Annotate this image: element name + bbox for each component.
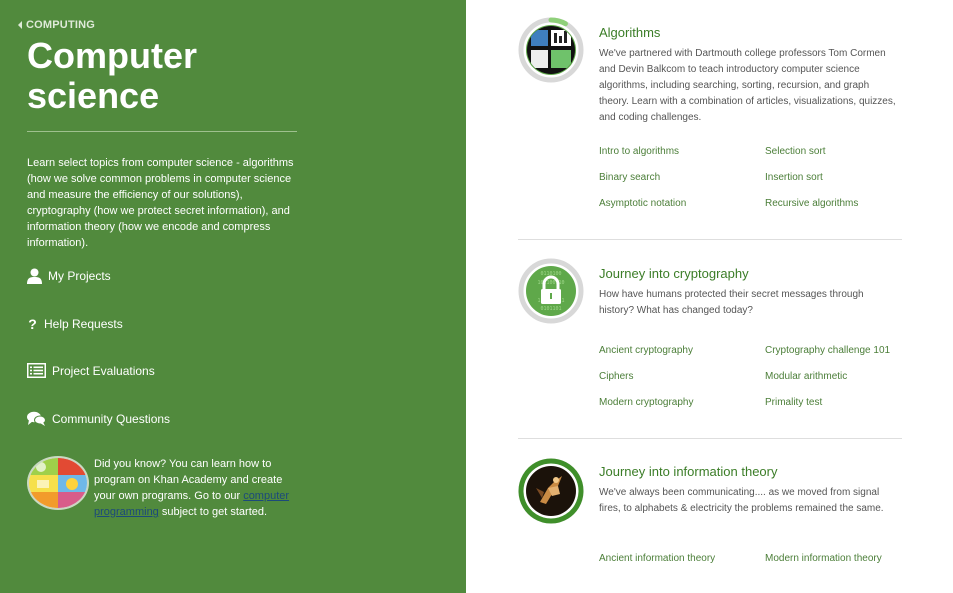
nav-project-evaluations[interactable]: Project Evaluations (27, 363, 155, 378)
promo-text: Did you know? You can learn how to progr… (94, 456, 299, 520)
caret-left-icon (18, 21, 22, 29)
sidebar: COMPUTING Computer science Learn select … (0, 0, 466, 593)
topic-title-information-theory[interactable]: Journey into information theory (599, 464, 777, 479)
nav-my-projects-label: My Projects (48, 269, 111, 283)
nav-community-questions[interactable]: Community Questions (27, 411, 170, 427)
link-ancient-information-theory[interactable]: Ancient information theory (599, 553, 715, 564)
page-title-line1: Computer (27, 35, 197, 76)
link-modern-information-theory[interactable]: Modern information theory (765, 553, 882, 564)
topic-description-algorithms: We've partnered with Dartmouth college p… (599, 48, 896, 123)
svg-text:0101101: 0101101 (540, 306, 561, 312)
topic-description-information-theory: We've always been communicating.... as w… (599, 487, 884, 514)
programs-thumbnail (27, 456, 89, 510)
link-primality-test[interactable]: Primality test (765, 397, 822, 408)
breadcrumb-computing[interactable]: COMPUTING (18, 19, 95, 31)
link-recursive-algorithms[interactable]: Recursive algorithms (765, 198, 858, 209)
algorithms-progress-arc (548, 17, 568, 27)
algorithms-badge[interactable] (518, 17, 584, 83)
promo-text-end: subject to get started. (158, 506, 268, 518)
nav-my-projects[interactable]: My Projects (27, 268, 111, 284)
information-theory-badge[interactable] (518, 458, 584, 524)
topic-description-cryptography: How have humans protected their secret m… (599, 289, 864, 316)
breadcrumb-label: COMPUTING (26, 19, 96, 31)
cryptography-badge[interactable]: 0110100 101100110 110010011 0101101 (518, 258, 584, 324)
topic-title-cryptography[interactable]: Journey into cryptography (599, 266, 749, 281)
page-title: Computer science (27, 36, 327, 116)
chat-bubbles-icon (27, 411, 46, 426)
nav-community-questions-label: Community Questions (52, 412, 171, 426)
nav-project-evaluations-label: Project Evaluations (52, 363, 155, 378)
page-title-line2: science (27, 75, 160, 116)
title-divider (27, 131, 297, 132)
link-ciphers[interactable]: Ciphers (599, 371, 633, 382)
link-ancient-cryptography[interactable]: Ancient cryptography (599, 345, 693, 356)
subject-description: Learn select topics from computer scienc… (27, 157, 294, 249)
link-cryptography-challenge-101[interactable]: Cryptography challenge 101 (765, 345, 890, 356)
link-binary-search[interactable]: Binary search (599, 172, 660, 183)
nav-help-requests-label: Help Requests (44, 317, 123, 331)
nav-help-requests[interactable]: ? Help Requests (27, 316, 123, 332)
link-intro-to-algorithms[interactable]: Intro to algorithms (599, 146, 679, 157)
topic-divider-2 (518, 438, 902, 439)
topic-title-algorithms[interactable]: Algorithms (599, 25, 660, 40)
list-icon (27, 363, 46, 378)
programming-promo: Did you know? You can learn how to progr… (27, 456, 327, 518)
user-icon (27, 268, 42, 284)
link-asymptotic-notation[interactable]: Asymptotic notation (599, 198, 686, 209)
svg-text:101100110: 101100110 (537, 280, 564, 286)
link-modular-arithmetic[interactable]: Modular arithmetic (765, 371, 847, 382)
topic-divider-1 (518, 239, 902, 240)
question-icon: ? (28, 316, 37, 332)
link-selection-sort[interactable]: Selection sort (765, 146, 826, 157)
link-modern-cryptography[interactable]: Modern cryptography (599, 397, 694, 408)
link-insertion-sort[interactable]: Insertion sort (765, 172, 823, 183)
